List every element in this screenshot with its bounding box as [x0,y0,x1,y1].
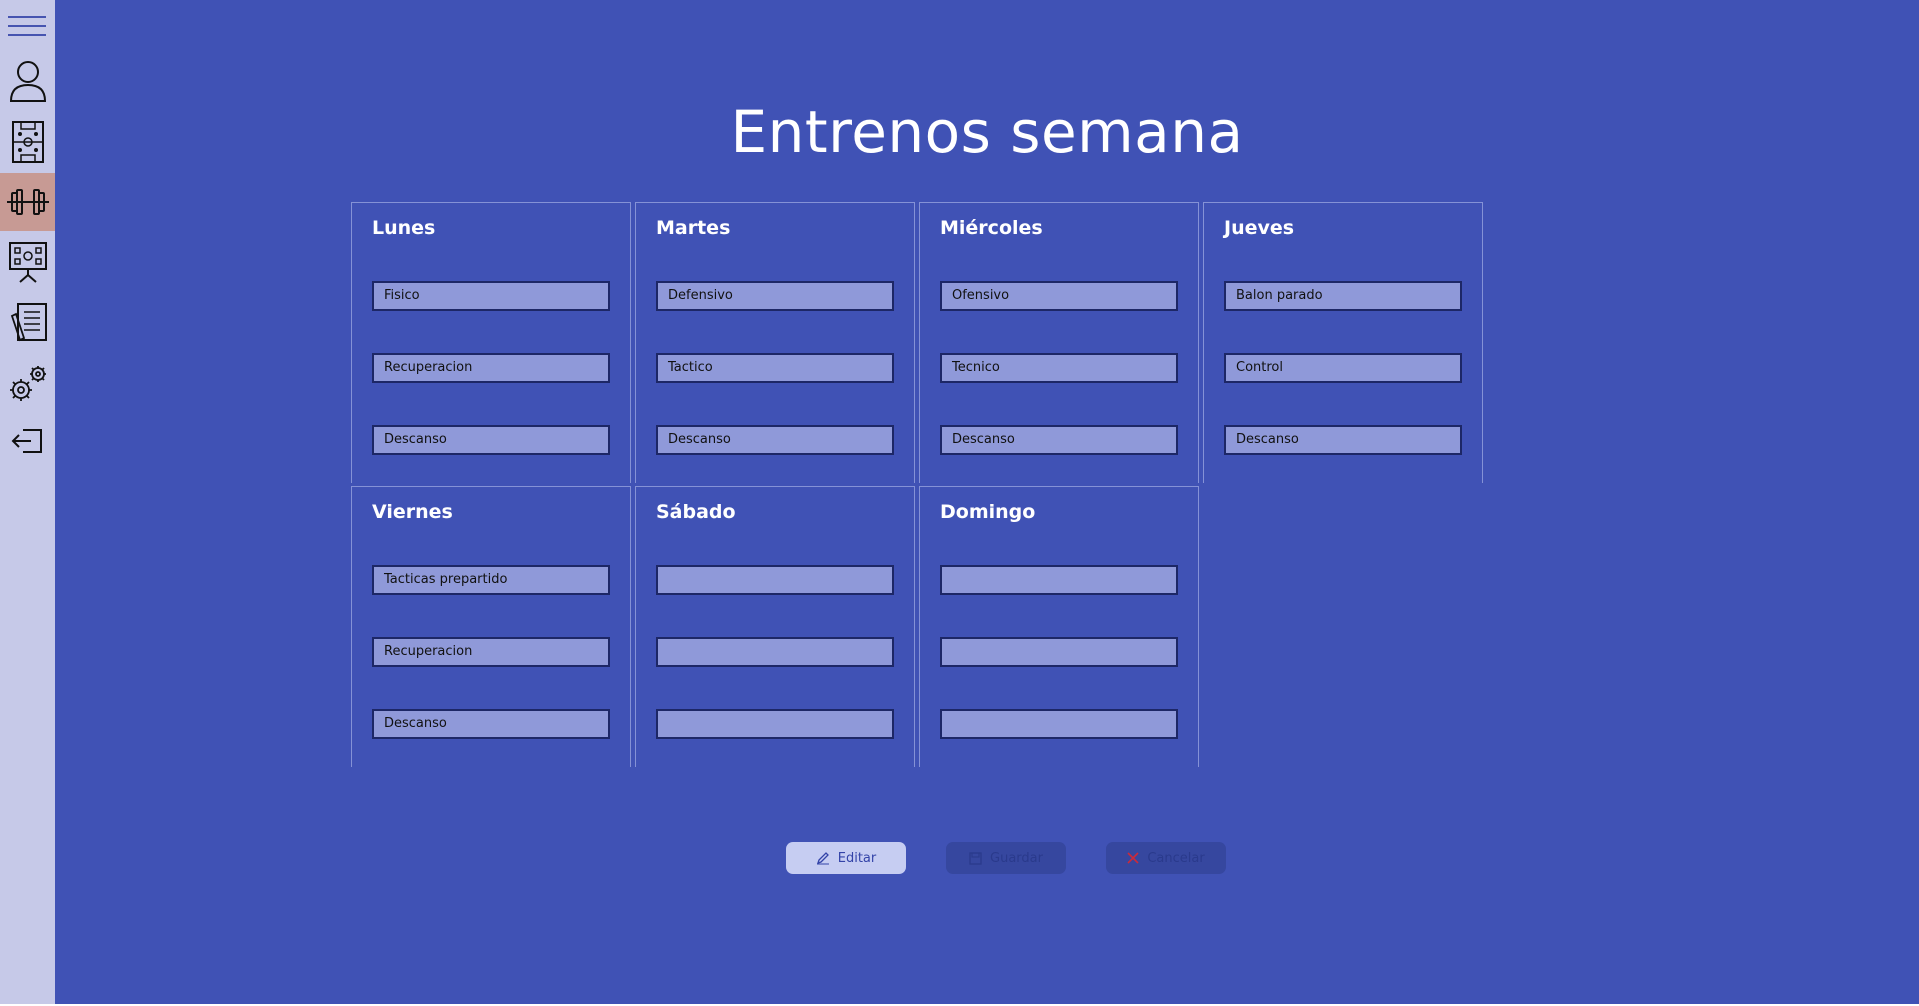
day-card-lunes: Lunes Fisico Recuperacion Descanso [351,202,631,483]
training-slot-3[interactable]: Descanso [372,709,610,739]
training-slot-2[interactable] [940,637,1178,667]
tactics-board-icon [11,120,45,164]
training-slot-1[interactable]: Tacticas prepartido [372,565,610,595]
cancel-button[interactable]: Cancelar [1106,842,1226,874]
settings-icon [6,362,50,406]
training-slot-2[interactable]: Control [1224,353,1462,383]
sidebar-item-profile[interactable] [0,52,55,110]
day-name: Domingo [940,501,1036,523]
training-slot-3[interactable] [656,709,894,739]
day-name: Lunes [372,217,436,239]
day-name: Viernes [372,501,453,523]
day-card-miercoles: Miércoles Ofensivo Tecnico Descanso [919,202,1199,483]
save-button-label: Guardar [990,850,1043,866]
sidebar-item-training[interactable] [0,173,55,231]
training-slot-1[interactable] [656,565,894,595]
day-name: Martes [656,217,731,239]
sidebar [0,0,55,1006]
save-button[interactable]: Guardar [946,842,1066,874]
sidebar-item-logout[interactable] [0,412,55,470]
dumbbell-icon [6,188,50,216]
training-slot-1[interactable]: Defensivo [656,281,894,311]
training-slot-1[interactable]: Fisico [372,281,610,311]
day-card-martes: Martes Defensivo Tactico Descanso [635,202,915,483]
sidebar-item-settings[interactable] [0,355,55,413]
training-slot-3[interactable] [940,709,1178,739]
notes-icon [8,302,48,344]
presentation-board-icon [8,241,48,283]
cancel-button-label: Cancelar [1147,850,1205,866]
day-card-jueves: Jueves Balon parado Control Descanso [1203,202,1483,483]
day-card-domingo: Domingo [919,486,1199,767]
training-slot-3[interactable]: Descanso [372,425,610,455]
user-icon [8,59,48,103]
edit-button-label: Editar [837,850,877,866]
day-name: Sábado [656,501,736,523]
sidebar-item-tactics[interactable] [0,113,55,171]
training-slot-2[interactable]: Tecnico [940,353,1178,383]
app-window: Entrenos semana Lunes Fisico Recuperacio… [0,0,1919,1006]
training-slot-2[interactable]: Tactico [656,353,894,383]
menu-icon[interactable] [8,14,46,38]
training-slot-2[interactable]: Recuperacion [372,353,610,383]
pen-icon [816,851,830,865]
day-name: Jueves [1224,217,1295,239]
training-slot-3[interactable]: Descanso [1224,425,1462,455]
day-name: Miércoles [940,217,1043,239]
training-slot-1[interactable]: Ofensivo [940,281,1178,311]
training-slot-3[interactable]: Descanso [940,425,1178,455]
close-icon [1127,852,1139,864]
page-title: Entrenos semana [730,98,1244,166]
sidebar-item-presentations[interactable] [0,233,55,291]
training-slot-3[interactable]: Descanso [656,425,894,455]
training-slot-1[interactable]: Balon parado [1224,281,1462,311]
save-icon [969,851,982,865]
training-slot-1[interactable] [940,565,1178,595]
edit-button[interactable]: Editar [786,842,906,874]
logout-icon [11,426,45,456]
day-card-sabado: Sábado [635,486,915,767]
training-slot-2[interactable] [656,637,894,667]
training-slot-2[interactable]: Recuperacion [372,637,610,667]
day-card-viernes: Viernes Tacticas prepartido Recuperacion… [351,486,631,767]
sidebar-item-notes[interactable] [0,294,55,352]
